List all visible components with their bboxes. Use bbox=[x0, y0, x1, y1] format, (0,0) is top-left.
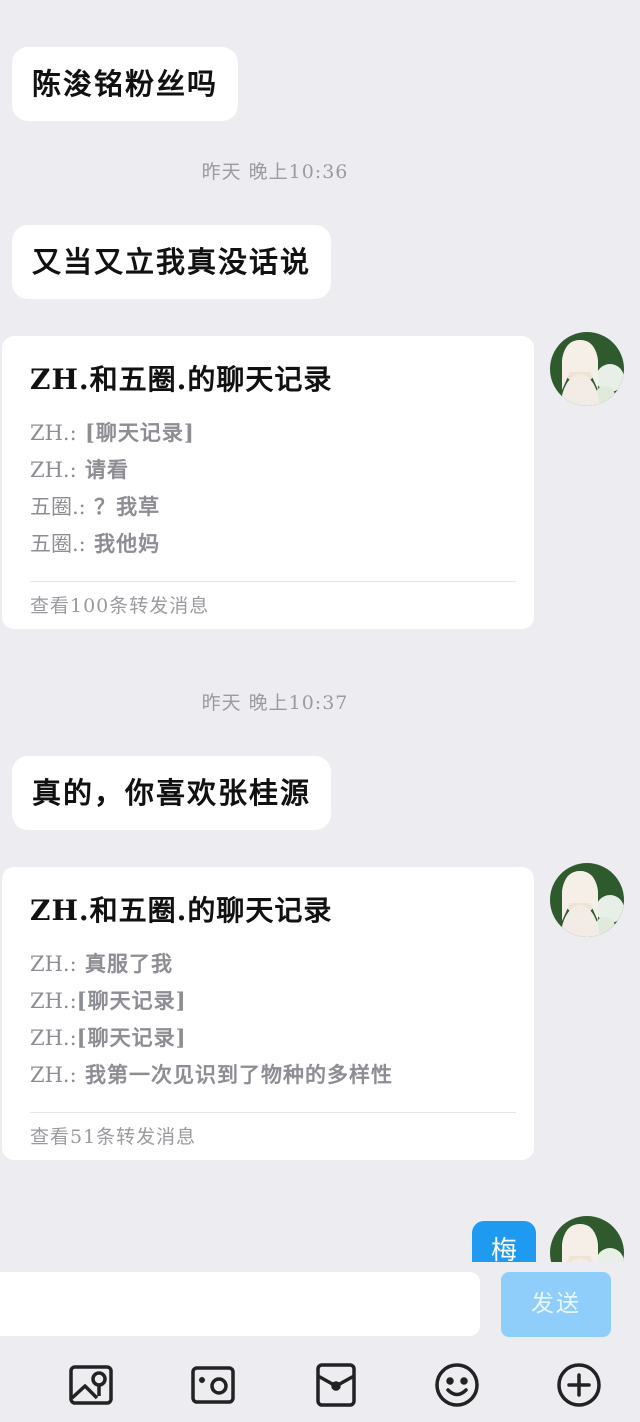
preview-line: ZH.:[聊天记录] bbox=[30, 1025, 187, 1050]
preview-line: ZH.: 请看 bbox=[30, 457, 129, 482]
card-preview: ZH.: 真服了我 ZH.:[聊天记录] ZH.:[聊天记录] ZH.: 我第一… bbox=[30, 945, 393, 1093]
preview-line: ZH.: 真服了我 bbox=[30, 951, 173, 976]
card-preview: ZH.: [聊天记录] ZH.: 请看 五圈.: ？我草 五圈.: 我他妈 bbox=[30, 414, 195, 562]
forwarded-chat-card[interactable]: ZH.和五圈.的聊天记录 ZH.: 真服了我 ZH.:[聊天记录] ZH.:[聊… bbox=[2, 867, 534, 1160]
image-icon[interactable] bbox=[68, 1362, 114, 1408]
camera-icon[interactable] bbox=[190, 1362, 236, 1408]
message-bubble[interactable]: 陈浚铭粉丝吗 bbox=[12, 47, 239, 121]
card-footer[interactable]: 查看51条转发消息 bbox=[30, 1122, 196, 1149]
card-footer[interactable]: 查看100条转发消息 bbox=[30, 591, 209, 618]
timestamp: 昨天 晚上10:36 bbox=[201, 161, 349, 183]
preview-line: 五圈.: ？我草 bbox=[30, 494, 161, 519]
avatar[interactable] bbox=[550, 332, 624, 406]
red-packet-icon[interactable] bbox=[313, 1362, 359, 1408]
preview-line: ZH.: [聊天记录] bbox=[30, 420, 195, 445]
divider bbox=[30, 581, 516, 582]
emoji-icon[interactable] bbox=[434, 1362, 480, 1408]
message-input[interactable] bbox=[0, 1272, 480, 1336]
preview-line: 五圈.: 我他妈 bbox=[30, 531, 161, 556]
card-title: ZH.和五圈.的聊天记录 bbox=[30, 363, 333, 396]
message-bubble[interactable]: 真的，你喜欢张桂源 bbox=[12, 756, 332, 830]
plus-icon[interactable] bbox=[556, 1362, 602, 1408]
forwarded-chat-card[interactable]: ZH.和五圈.的聊天记录 ZH.: [聊天记录] ZH.: 请看 五圈.: ？我… bbox=[2, 336, 534, 629]
card-title: ZH.和五圈.的聊天记录 bbox=[30, 894, 333, 927]
divider bbox=[30, 1112, 516, 1113]
preview-line: ZH.:[聊天记录] bbox=[30, 988, 187, 1013]
preview-line: ZH.: 我第一次见识到了物种的多样性 bbox=[30, 1062, 393, 1087]
timestamp: 昨天 晚上10:37 bbox=[201, 692, 349, 714]
avatar[interactable] bbox=[550, 863, 624, 937]
send-button[interactable]: 发送 bbox=[501, 1272, 611, 1337]
message-bubble[interactable]: 又当又立我真没话说 bbox=[12, 225, 332, 299]
